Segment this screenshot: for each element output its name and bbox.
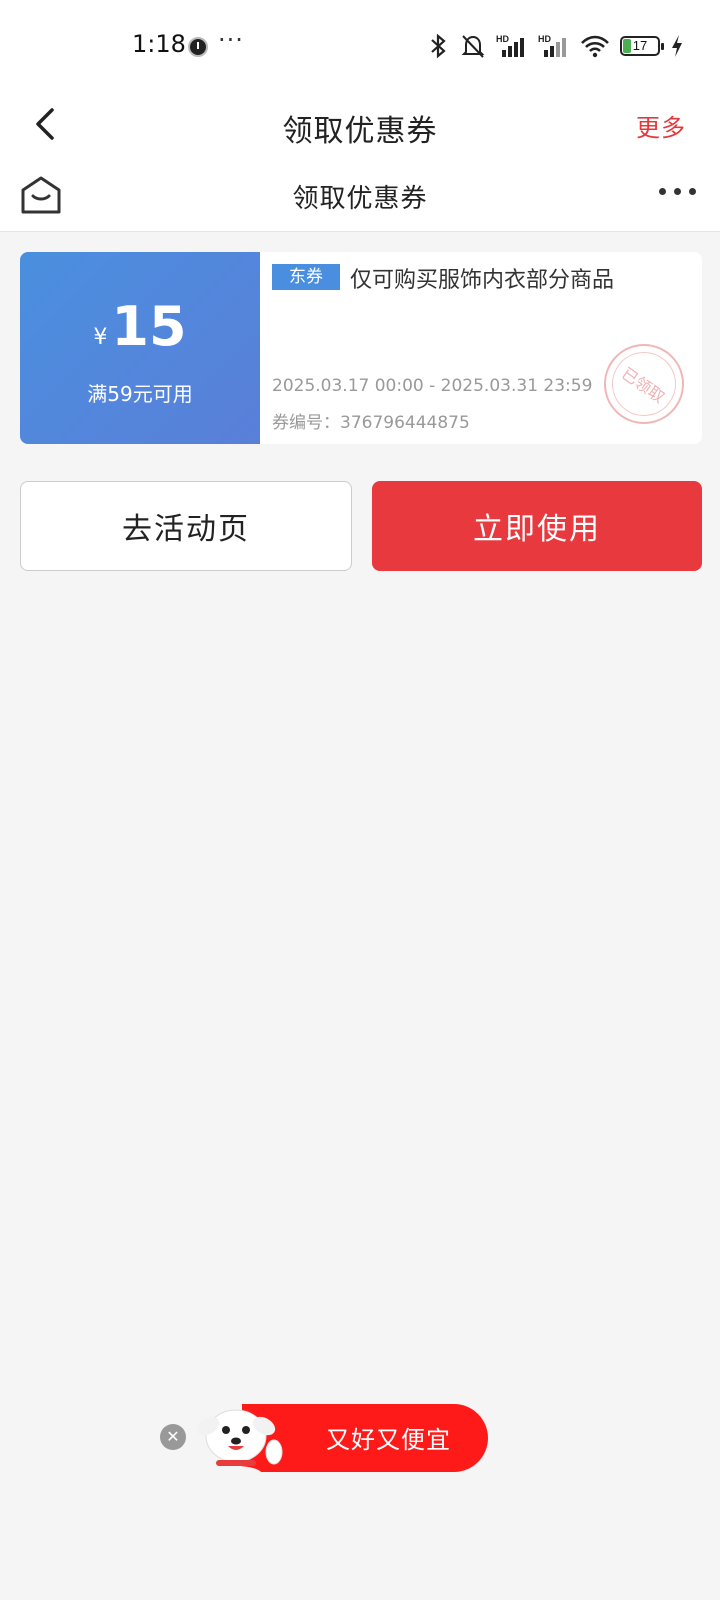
charging-icon [672,35,682,57]
coupon-type-tag: 东券 [272,264,340,290]
promo-text: 又好又便宜 [326,1426,451,1454]
page-title: 领取优惠券 [282,114,438,149]
go-activity-button[interactable]: 去活动页 [20,481,352,571]
status-more-indicator: ··· [218,26,244,54]
coupon-code-row: 券编号：376796444875 [272,408,470,433]
wifi-icon [581,35,609,58]
currency-symbol: ¥ [93,325,108,350]
svg-text:HD: HD [538,34,551,44]
status-icons: HD HD 17 [428,32,684,60]
dog-mascot-icon [196,1409,283,1476]
status-time: 1:18 [132,30,186,58]
use-now-button[interactable]: 立即使用 [372,481,702,571]
more-button[interactable]: 更多 [636,108,686,143]
coupon-code-label: 券编号： [272,413,340,433]
sub-header-title: 领取优惠券 [292,184,428,214]
status-bar: 1:18 ··· HD HD 17 [0,0,720,88]
floating-promo-banner[interactable]: 又好又便宜 ✕ [156,1396,496,1476]
coupon-info-panel: 东券 仅可购买服饰内衣部分商品 2025.03.17 00:00 - 2025.… [260,252,702,444]
battery-icon: 17 [620,36,664,56]
sub-header: 领取优惠券 [0,160,720,232]
coupon-threshold: 满59元可用 [87,382,193,406]
coupon-value-panel: ¥ 15 满59元可用 [20,252,260,444]
more-dots-icon[interactable] [659,188,696,195]
claimed-stamp-text: 已领取 [599,339,689,429]
close-icon[interactable]: ✕ [160,1424,186,1450]
claimed-stamp: 已领取 [588,328,700,440]
bluetooth-icon [431,33,446,59]
coupon-amount: 15 [111,295,187,358]
signal-hd-icon: HD [538,34,566,57]
svg-text:HD: HD [496,34,509,44]
coupon-card: ¥ 15 满59元可用 东券 仅可购买服饰内衣部分商品 2025.03.17 0… [20,252,702,444]
mute-bell-icon [461,35,485,58]
coupon-validity: 2025.03.17 00:00 - 2025.03.31 23:59 [272,376,593,396]
coupon-code: 376796444875 [340,413,470,433]
battery-level: 17 [632,38,648,53]
coupon-description: 仅可购买服饰内衣部分商品 [350,268,615,293]
nav-header: 领取优惠券 更多 [0,88,720,160]
signal-hd-icon: HD [496,34,524,57]
app-notification-icon [188,37,208,57]
